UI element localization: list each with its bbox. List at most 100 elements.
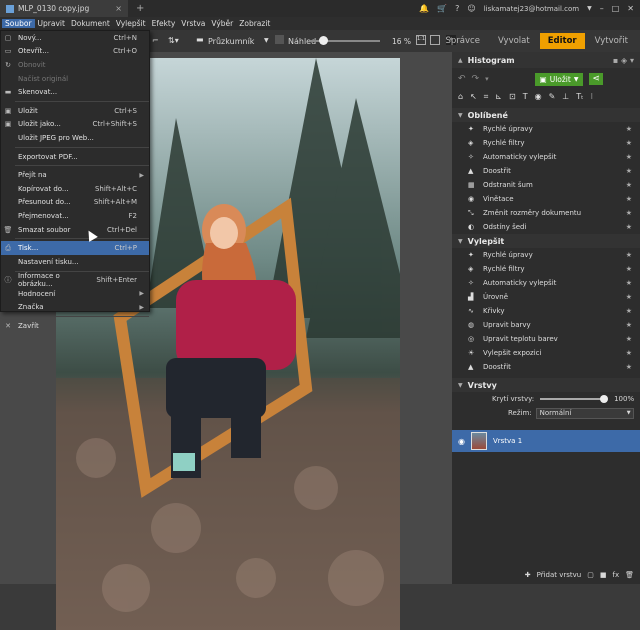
- star-icon[interactable]: ★: [626, 195, 632, 203]
- mask-icon[interactable]: ■: [600, 571, 607, 579]
- star-icon[interactable]: ★: [626, 293, 632, 301]
- star-icon[interactable]: ★: [626, 321, 632, 329]
- document-tab[interactable]: MLP_0130 copy.jpg ×: [0, 0, 128, 17]
- enhance-header[interactable]: ▼ Vylepšit: [452, 234, 640, 248]
- more-icon[interactable]: ⁝: [591, 92, 594, 102]
- list-item-rychle-filtry[interactable]: ◈ Rychlé filtry ★: [452, 262, 640, 276]
- chevron-down-icon[interactable]: ▼: [587, 5, 592, 12]
- folder-icon[interactable]: ▬: [196, 35, 204, 44]
- crop-icon[interactable]: ⌐: [152, 36, 159, 45]
- cart-icon[interactable]: 🛒: [437, 4, 447, 13]
- window-close-icon[interactable]: ✕: [627, 4, 634, 13]
- histogram-header[interactable]: ▲ Histogram ▪ ◈ ▾: [452, 52, 640, 68]
- menu-item-smazat-soubor[interactable]: 🗑 Smazat soubor Ctrl+Del: [1, 223, 149, 237]
- star-icon[interactable]: ★: [626, 223, 632, 231]
- menu-item-ulozit-jpeg-pro-web[interactable]: Uložit JPEG pro Web...: [1, 131, 149, 145]
- star-icon[interactable]: ★: [626, 139, 632, 147]
- add-icon[interactable]: ✚: [525, 571, 531, 579]
- menu-item-novy[interactable]: ▢ Nový... Ctrl+N: [1, 31, 149, 45]
- list-item-odstiny-sedi[interactable]: ◐ Odstíny šedi ★: [452, 220, 640, 234]
- tab-vytvorit[interactable]: Vytvořit: [587, 33, 636, 49]
- menu-zobrazit[interactable]: Zobrazit: [236, 19, 273, 28]
- tab-spravce[interactable]: Správce: [438, 33, 488, 49]
- preview-icon[interactable]: [275, 35, 284, 44]
- visibility-eye-icon[interactable]: ◉: [458, 437, 465, 446]
- save-button[interactable]: ▣ Uložit ▼: [534, 72, 584, 86]
- menu-item-prejmenovat[interactable]: Přejmenovat... F2: [1, 209, 149, 223]
- list-item-zmenit-rozmery-dokumentu[interactable]: ⤡ Změnit rozměry dokumentu ★: [452, 206, 640, 220]
- menu-item-skenovat[interactable]: ▬ Skenovat...: [1, 85, 149, 99]
- pointer-icon[interactable]: ↖: [470, 92, 477, 102]
- menu-dokument[interactable]: Dokument: [68, 19, 113, 28]
- list-item-rychle-upravy[interactable]: ✦ Rychlé úpravy ★: [452, 248, 640, 262]
- list-item-vinetace[interactable]: ◉ Vinětace ★: [452, 192, 640, 206]
- star-icon[interactable]: ★: [626, 335, 632, 343]
- layer-row[interactable]: ◉ Vrstva 1: [452, 430, 640, 452]
- list-item-rychle-upravy[interactable]: ✦ Rychlé úpravy ★: [452, 122, 640, 136]
- user-icon[interactable]: ☺: [467, 4, 475, 13]
- list-item-odstranit-sum[interactable]: ▦ Odstranit šum ★: [452, 178, 640, 192]
- list-item-vylepsit-expozici[interactable]: ☀ Vylepšit expozici ★: [452, 346, 640, 360]
- star-icon[interactable]: ★: [626, 265, 632, 273]
- fx-icon[interactable]: fx: [613, 571, 620, 579]
- tab-editor[interactable]: Editor: [539, 33, 585, 49]
- maximize-icon[interactable]: □: [612, 4, 620, 13]
- menu-vrstva[interactable]: Vrstva: [178, 19, 208, 28]
- favorites-header[interactable]: ▼ Oblíbené: [452, 108, 640, 122]
- star-icon[interactable]: ★: [626, 181, 632, 189]
- menu-vyber[interactable]: Výběr: [208, 19, 236, 28]
- layers-header[interactable]: ▼ Vrstvy: [452, 378, 640, 392]
- bell-icon[interactable]: 🔔: [419, 4, 429, 13]
- menu-soubor[interactable]: Soubor: [2, 19, 35, 28]
- menu-vylepsit[interactable]: Vylepšit: [113, 19, 149, 28]
- star-icon[interactable]: ★: [626, 251, 632, 259]
- history-icon[interactable]: ▾: [485, 75, 489, 83]
- menu-item-ulozit-jako[interactable]: ▣ Uložit jako... Ctrl+Shift+S: [1, 118, 149, 132]
- transform-icon[interactable]: ⊡: [509, 92, 516, 102]
- menu-item-prejit-na[interactable]: Přejít na ▶: [1, 168, 149, 182]
- list-item-upravit-barvy[interactable]: ◍ Upravit barvy ★: [452, 318, 640, 332]
- zoom-slider-handle[interactable]: [319, 36, 328, 45]
- menu-item-presunout-do[interactable]: Přesunout do... Shift+Alt+M: [1, 196, 149, 210]
- home-icon[interactable]: ⌂: [458, 92, 463, 102]
- star-icon[interactable]: ★: [626, 279, 632, 287]
- star-icon[interactable]: ★: [626, 307, 632, 315]
- star-icon[interactable]: ★: [626, 167, 632, 175]
- minimize-icon[interactable]: –: [600, 4, 604, 13]
- text-format-icon[interactable]: Tₜ: [576, 92, 583, 102]
- add-layer-label[interactable]: Přidat vrstvu: [537, 571, 582, 579]
- star-icon[interactable]: ★: [626, 363, 632, 371]
- tool-name[interactable]: Průzkumník: [208, 37, 254, 46]
- undo-icon[interactable]: ↶: [458, 74, 466, 84]
- menu-item-informace-o-obrazku[interactable]: ⓘ Informace o obrázku... Shift+Enter: [1, 272, 149, 288]
- stamp-icon[interactable]: ⊥: [562, 92, 569, 102]
- brush-icon[interactable]: ✎: [549, 92, 556, 102]
- opacity-slider[interactable]: [540, 395, 609, 403]
- new-layer-icon[interactable]: ▢: [587, 571, 594, 579]
- menu-item-otevrit[interactable]: ▭ Otevřít... Ctrl+O: [1, 45, 149, 59]
- star-icon[interactable]: ★: [626, 125, 632, 133]
- share-icon[interactable]: ⋖: [589, 73, 603, 85]
- tab-vyvolat[interactable]: Vyvolat: [490, 33, 538, 49]
- crop-tool-icon[interactable]: ⌗: [484, 92, 489, 102]
- blend-mode-select[interactable]: Normální ▼: [535, 407, 634, 419]
- menu-item-exportovat-pdf[interactable]: Exportovat PDF...: [1, 150, 149, 164]
- list-item-automaticky-vylepsit[interactable]: ✧ Automaticky vylepšit ★: [452, 150, 640, 164]
- list-item-rychle-filtry[interactable]: ◈ Rychlé filtry ★: [452, 136, 640, 150]
- menu-item-ulozit[interactable]: ▣ Uložit Ctrl+S: [1, 104, 149, 118]
- help-icon[interactable]: ?: [455, 4, 459, 13]
- menu-item-znacka[interactable]: Značka ▶: [1, 301, 149, 315]
- fit-icon[interactable]: 1:1: [416, 35, 426, 45]
- list-item-doostrit[interactable]: ▲ Doostřit ★: [452, 164, 640, 178]
- menu-efekty[interactable]: Efekty: [149, 19, 179, 28]
- text-icon[interactable]: T: [523, 92, 528, 102]
- star-icon[interactable]: ★: [626, 209, 632, 217]
- straighten-icon[interactable]: ⊾: [495, 92, 502, 102]
- list-item-doostrit[interactable]: ▲ Doostřit ★: [452, 360, 640, 374]
- menu-item-hodnoceni[interactable]: Hodnocení ▶: [1, 287, 149, 301]
- redo-icon[interactable]: ↷: [472, 74, 480, 84]
- sort-icon[interactable]: ⇅▾: [168, 36, 179, 45]
- menu-item-kopirovat-do[interactable]: Kopírovat do... Shift+Alt+C: [1, 182, 149, 196]
- menu-item-nastaveni-tisku[interactable]: Nastavení tisku...: [1, 255, 149, 269]
- close-tab-icon[interactable]: ×: [115, 4, 122, 13]
